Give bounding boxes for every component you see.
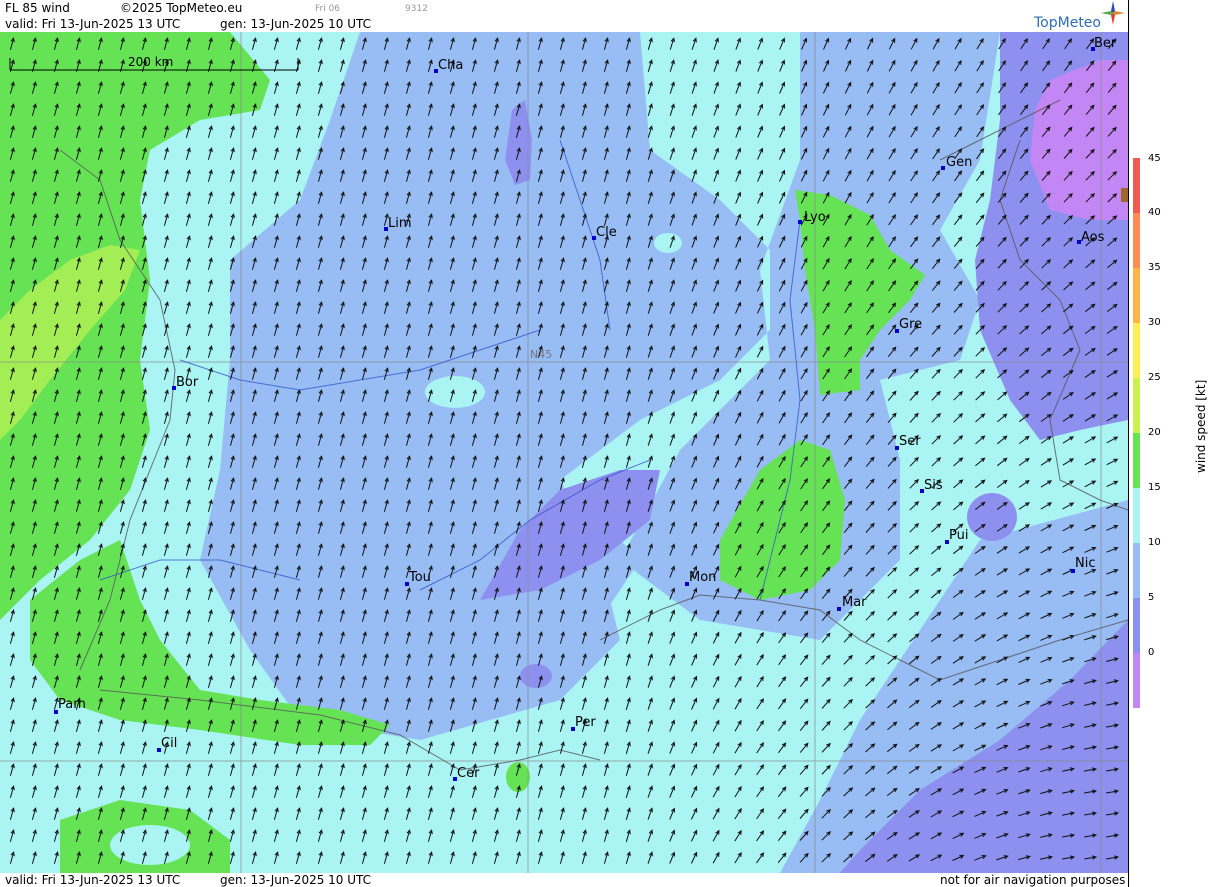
city-marker[interactable]: Lim xyxy=(384,216,412,231)
wind-zone-blue-small xyxy=(520,664,552,688)
grid-label-n45: N45 xyxy=(530,348,552,361)
city-label: Bor xyxy=(176,375,199,390)
city-marker[interactable]: Per xyxy=(571,715,596,731)
city-marker[interactable]: Cha xyxy=(434,58,463,73)
legend-tick: 30 xyxy=(1148,317,1161,328)
legend-tick: 40 xyxy=(1148,207,1161,218)
legend-color-segment xyxy=(1133,433,1140,488)
disclaimer: not for air navigation purposes xyxy=(940,873,1126,887)
city-marker[interactable]: Pam xyxy=(54,697,86,714)
city-marker[interactable]: Sis xyxy=(920,478,943,493)
city-label: Gen xyxy=(946,155,972,170)
legend-color-segment xyxy=(1133,268,1140,323)
legend-tick: 5 xyxy=(1148,592,1155,603)
wind-zone-cyan-isle-north xyxy=(654,233,682,253)
city-marker[interactable]: Cle xyxy=(592,225,617,240)
city-marker[interactable]: Gre xyxy=(895,317,922,333)
city-marker[interactable]: Mar xyxy=(837,595,867,611)
city-marker[interactable]: Ber xyxy=(1091,36,1117,51)
topmeteo-compass-icon xyxy=(1101,1,1125,25)
legend-color-segment xyxy=(1133,213,1140,268)
city-marker[interactable]: Cil xyxy=(157,736,177,752)
city-marker[interactable]: Mon xyxy=(685,570,716,586)
scale-bar-label: 200 km xyxy=(128,55,173,69)
legend-color-segment xyxy=(1133,323,1140,378)
city-marker[interactable]: Bor xyxy=(172,375,199,390)
city-marker[interactable]: Nic xyxy=(1071,556,1095,573)
legend-color-segment xyxy=(1133,653,1140,708)
city-label: Sis xyxy=(924,478,943,493)
legend-tick: 25 xyxy=(1148,372,1161,383)
legend-title: wind speed [kt] xyxy=(1194,379,1208,473)
city-marker[interactable]: Gen xyxy=(941,155,972,170)
city-label: Nic xyxy=(1075,556,1095,571)
footer-valid-time: valid: Fri 13-Jun-2025 13 UTC xyxy=(5,873,181,887)
run-tag: Fri 06 xyxy=(315,4,341,14)
legend-color-segment xyxy=(1133,488,1140,543)
city-label: Lyo xyxy=(804,210,826,225)
city-label: Pui xyxy=(949,528,968,543)
city-marker[interactable]: Pui xyxy=(945,528,968,544)
city-label: Tou xyxy=(408,570,431,585)
legend-color-segment xyxy=(1133,158,1140,213)
city-marker[interactable]: Cer xyxy=(453,766,480,781)
gen-time: gen: 13-Jun-2025 10 UTC xyxy=(220,17,372,31)
wind-zone-blue-east2 xyxy=(967,493,1017,541)
legend-color-segment xyxy=(1133,598,1140,653)
legend-tick: 0 xyxy=(1148,647,1155,658)
city-label: Aos xyxy=(1081,230,1105,245)
footer-gen-time: gen: 13-Jun-2025 10 UTC xyxy=(220,873,372,887)
wind-map[interactable]: N45 200 km Cha Ber Gen Lim Cle Lyo Aos G… xyxy=(0,0,1128,887)
code: 9312 xyxy=(405,4,428,14)
legend-color-segment xyxy=(1133,378,1140,433)
legend-color-segment xyxy=(1133,543,1140,598)
city-label: Pam xyxy=(58,697,86,712)
product-title: FL 85 wind xyxy=(5,1,70,15)
valid-time: valid: Fri 13-Jun-2025 13 UTC xyxy=(5,17,181,31)
city-marker[interactable]: Ser xyxy=(895,434,921,450)
city-label: Mar xyxy=(842,595,867,610)
legend-marker xyxy=(1121,188,1128,202)
city-label: Mon xyxy=(689,570,716,585)
legend-tick: 20 xyxy=(1148,427,1161,438)
logo: TopMeteo xyxy=(1034,15,1101,31)
city-label: Ber xyxy=(1094,36,1117,51)
legend-tick: 10 xyxy=(1148,537,1161,548)
legend-tick: 45 xyxy=(1148,153,1161,164)
city-label: Per xyxy=(575,715,596,730)
city-label: Cer xyxy=(457,766,480,781)
legend-tick: 35 xyxy=(1148,262,1161,273)
city-label: Lim xyxy=(388,216,412,231)
copyright: ©2025 TopMeteo.eu xyxy=(120,1,243,15)
city-label: Cle xyxy=(596,225,617,240)
city-label: Cha xyxy=(438,58,463,73)
city-label: Cil xyxy=(161,736,177,751)
city-marker[interactable]: Tou xyxy=(405,570,431,586)
legend-tick: 15 xyxy=(1148,482,1161,493)
city-label: Gre xyxy=(899,317,922,332)
city-label: Ser xyxy=(899,434,921,449)
city-marker[interactable]: Aos xyxy=(1077,230,1105,245)
